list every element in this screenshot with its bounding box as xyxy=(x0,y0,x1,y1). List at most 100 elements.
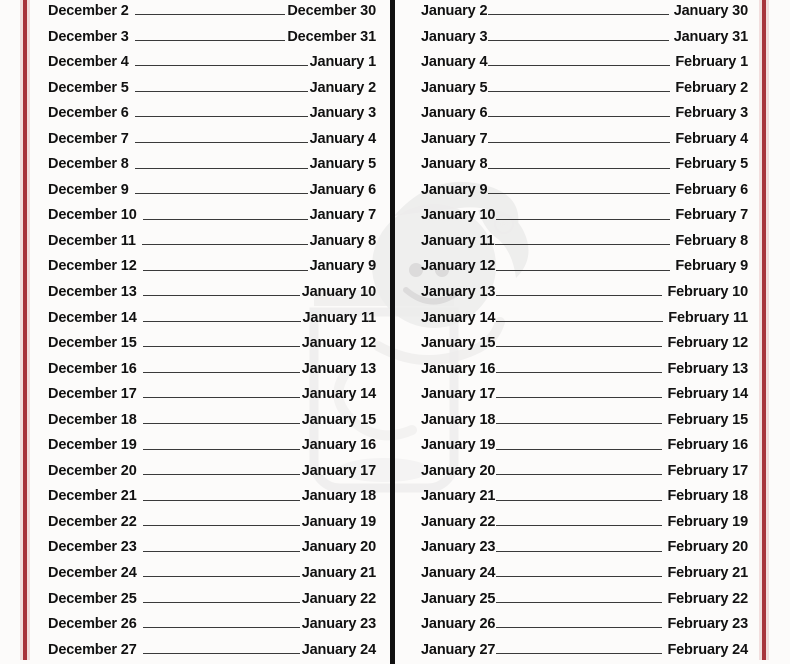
write-in-line[interactable] xyxy=(496,295,663,297)
date-pair-row: December 14 January 11 xyxy=(48,306,376,332)
write-in-line[interactable] xyxy=(134,39,286,41)
date-pair-row: January 25 February 22 xyxy=(421,587,748,613)
date-pair-row: January 9 February 6 xyxy=(421,178,748,204)
date-pair-row: January 6 February 3 xyxy=(421,101,748,127)
write-in-line[interactable] xyxy=(488,116,671,118)
start-date-label: December 8 xyxy=(48,156,129,173)
end-date-label: December 30 xyxy=(287,3,376,19)
start-date-label: January 14 xyxy=(421,309,496,326)
write-in-line[interactable] xyxy=(488,65,671,67)
end-date-label: January 10 xyxy=(301,284,376,301)
write-in-line[interactable] xyxy=(496,218,671,220)
write-in-line[interactable] xyxy=(134,90,308,92)
write-in-line[interactable] xyxy=(142,218,308,220)
write-in-line[interactable] xyxy=(134,116,308,118)
end-date-label: February 20 xyxy=(667,539,748,556)
write-in-line[interactable] xyxy=(488,90,671,92)
end-date-label: January 15 xyxy=(301,411,376,428)
write-in-line[interactable] xyxy=(496,601,663,603)
date-pair-row: December 9 January 6 xyxy=(48,178,376,204)
date-pair-row: December 3 December 31 xyxy=(48,25,376,51)
date-pair-row: December 26 January 23 xyxy=(48,612,376,638)
write-in-line[interactable] xyxy=(496,525,663,527)
write-in-line[interactable] xyxy=(142,576,300,578)
write-in-line[interactable] xyxy=(142,320,301,322)
write-in-line[interactable] xyxy=(142,295,300,297)
end-date-label: February 1 xyxy=(675,54,748,71)
write-in-line[interactable] xyxy=(496,371,663,373)
write-in-line[interactable] xyxy=(496,448,663,450)
write-in-line[interactable] xyxy=(496,499,663,501)
write-in-line[interactable] xyxy=(496,652,663,654)
end-date-label: January 9 xyxy=(309,258,377,275)
write-in-line[interactable] xyxy=(488,14,670,16)
write-in-line[interactable] xyxy=(142,448,300,450)
start-date-label: December 3 xyxy=(48,28,129,45)
write-in-line[interactable] xyxy=(488,167,671,169)
write-in-line[interactable] xyxy=(142,652,300,654)
write-in-line[interactable] xyxy=(142,499,300,501)
start-date-label: January 4 xyxy=(421,54,488,71)
write-in-line[interactable] xyxy=(142,371,300,373)
date-pair-row: December 15 January 12 xyxy=(48,331,376,357)
write-in-line[interactable] xyxy=(488,39,670,41)
end-date-label: February 19 xyxy=(667,513,748,530)
date-pair-row: December 25 January 22 xyxy=(48,587,376,613)
start-date-label: January 10 xyxy=(421,207,496,224)
write-in-line[interactable] xyxy=(496,346,663,348)
end-date-label: February 5 xyxy=(675,156,748,173)
write-in-line[interactable] xyxy=(134,167,308,169)
date-pair-row: January 26 February 23 xyxy=(421,612,748,638)
date-pair-columns: December 2 December 30 December 3 December … xyxy=(0,0,790,660)
date-pair-row: December 18 January 15 xyxy=(48,408,376,434)
write-in-line[interactable] xyxy=(142,346,300,348)
write-in-line[interactable] xyxy=(496,576,663,578)
end-date-label: February 22 xyxy=(667,590,748,607)
write-in-line[interactable] xyxy=(142,397,300,399)
start-date-label: December 23 xyxy=(48,539,137,556)
write-in-line[interactable] xyxy=(488,193,671,195)
end-date-label: February 3 xyxy=(675,105,748,122)
write-in-line[interactable] xyxy=(496,550,663,552)
date-pair-row: January 11 February 8 xyxy=(421,229,748,255)
write-in-line[interactable] xyxy=(495,244,671,246)
start-date-label: January 19 xyxy=(421,437,496,454)
write-in-line[interactable] xyxy=(134,193,308,195)
write-in-line[interactable] xyxy=(134,142,308,143)
start-date-label: January 24 xyxy=(421,565,496,582)
date-pair-row: December 21 January 18 xyxy=(48,484,376,510)
write-in-line[interactable] xyxy=(496,269,671,271)
start-date-label: December 11 xyxy=(48,232,136,249)
write-in-line[interactable] xyxy=(496,320,664,322)
write-in-line[interactable] xyxy=(496,474,663,476)
date-pair-row: December 17 January 14 xyxy=(48,382,376,408)
write-in-line[interactable] xyxy=(142,550,300,552)
end-date-label: January 7 xyxy=(309,207,377,224)
end-date-label: January 6 xyxy=(309,181,377,198)
write-in-line[interactable] xyxy=(142,525,300,527)
end-date-label: February 11 xyxy=(668,309,748,326)
write-in-line[interactable] xyxy=(496,397,663,399)
write-in-line[interactable] xyxy=(488,142,671,143)
end-date-label: February 2 xyxy=(675,79,748,96)
write-in-line[interactable] xyxy=(496,627,663,629)
write-in-line[interactable] xyxy=(496,423,663,425)
date-pair-row: December 27 January 24 xyxy=(48,638,376,660)
end-date-label: February 15 xyxy=(667,411,748,428)
start-date-label: January 5 xyxy=(421,79,488,96)
start-date-label: January 16 xyxy=(421,360,496,377)
write-in-line[interactable] xyxy=(134,14,286,16)
write-in-line[interactable] xyxy=(142,269,308,271)
write-in-line[interactable] xyxy=(142,627,300,629)
end-date-label: February 4 xyxy=(675,130,748,147)
write-in-line[interactable] xyxy=(142,423,300,425)
date-pair-row: January 23 February 20 xyxy=(421,535,748,561)
write-in-line[interactable] xyxy=(141,244,308,246)
write-in-line[interactable] xyxy=(142,601,300,603)
start-date-label: December 12 xyxy=(48,258,137,275)
end-date-label: January 22 xyxy=(301,590,376,607)
write-in-line[interactable] xyxy=(142,474,300,476)
date-pair-row: January 5 February 2 xyxy=(421,76,748,102)
start-date-label: December 26 xyxy=(48,616,137,633)
write-in-line[interactable] xyxy=(134,65,308,67)
